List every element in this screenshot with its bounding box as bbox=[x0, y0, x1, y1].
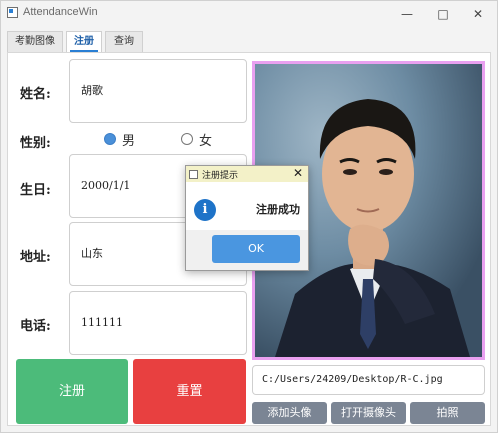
close-icon[interactable]: ✕ bbox=[461, 1, 495, 27]
ok-button[interactable]: OK bbox=[212, 235, 300, 263]
dialog-title: 注册提示 bbox=[202, 171, 239, 181]
gender-male-radio[interactable] bbox=[104, 133, 116, 145]
dialog-app-icon bbox=[189, 170, 198, 179]
window-title: AttendanceWin bbox=[23, 6, 98, 18]
dialog-title-bar[interactable]: 注册提示 ✕ bbox=[186, 166, 308, 182]
gender-female-radio[interactable] bbox=[181, 133, 193, 145]
tab-register[interactable]: 注册 bbox=[66, 31, 102, 53]
name-label: 姓名: bbox=[20, 87, 51, 102]
title-bar[interactable]: AttendanceWin — □ ✕ bbox=[1, 1, 497, 27]
gender-female-label[interactable]: 女 bbox=[199, 130, 212, 149]
dialog-message: 注册成功 bbox=[256, 203, 300, 216]
tab-attendance-image[interactable]: 考勤图像 bbox=[7, 31, 63, 52]
register-button[interactable]: 注册 bbox=[16, 359, 128, 424]
info-icon: i bbox=[194, 199, 216, 221]
gender-label: 性别: bbox=[20, 136, 51, 151]
address-label: 地址: bbox=[20, 250, 51, 265]
maximize-icon[interactable]: □ bbox=[426, 1, 460, 27]
minimize-icon[interactable]: — bbox=[390, 1, 424, 27]
name-input[interactable]: 胡歌 bbox=[69, 59, 247, 123]
phone-label: 电话: bbox=[20, 319, 51, 334]
app-window: AttendanceWin — □ ✕ 考勤图像 注册 查询 姓名: 胡歌 性别… bbox=[0, 0, 498, 433]
add-avatar-button[interactable]: 添加头像 bbox=[252, 402, 327, 424]
open-camera-button[interactable]: 打开摄像头 bbox=[331, 402, 406, 424]
phone-input[interactable]: 111111 bbox=[69, 291, 247, 355]
take-photo-button[interactable]: 拍照 bbox=[410, 402, 485, 424]
tab-query[interactable]: 查询 bbox=[105, 31, 143, 52]
birthday-label: 生日: bbox=[20, 183, 51, 198]
photo-path-input[interactable]: C:/Users/24209/Desktop/R-C.jpg bbox=[252, 365, 485, 395]
dialog-close-icon[interactable]: ✕ bbox=[293, 166, 303, 180]
register-dialog: 注册提示 ✕ i 注册成功 OK bbox=[185, 165, 309, 271]
gender-male-label[interactable]: 男 bbox=[122, 130, 135, 149]
app-icon bbox=[7, 7, 18, 18]
reset-button[interactable]: 重置 bbox=[133, 359, 246, 424]
